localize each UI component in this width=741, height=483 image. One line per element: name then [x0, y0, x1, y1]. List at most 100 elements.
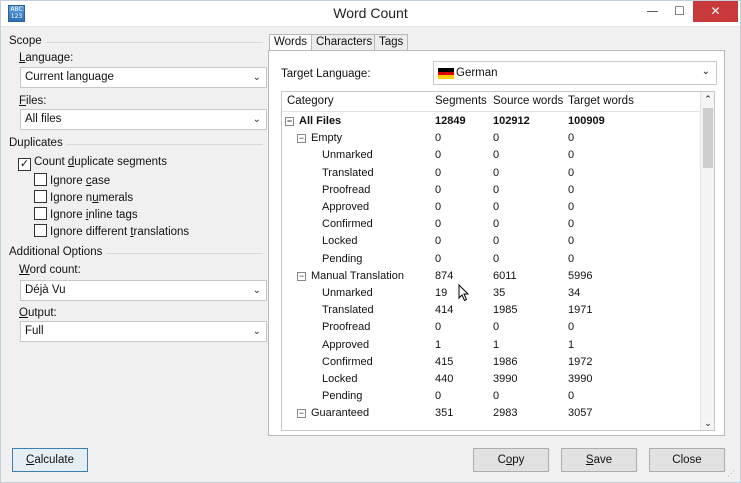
category-label: Locked: [322, 235, 358, 248]
table-row[interactable]: Unmarked 0 0 0: [282, 147, 702, 164]
cell-target: 3990: [568, 373, 593, 385]
count-duplicates-checkbox[interactable]: ✓ Count duplicate segments: [18, 155, 167, 171]
table-row[interactable]: − All Files 12849 102912 100909: [282, 113, 702, 130]
tab-words[interactable]: Words: [269, 34, 313, 51]
category-label: Confirmed: [322, 218, 373, 231]
table-row[interactable]: − Guaranteed 351 2983 3057: [282, 405, 702, 422]
column-header-segments[interactable]: Segments: [435, 95, 487, 107]
ignore-numerals-checkbox[interactable]: Ignore numerals: [34, 190, 133, 205]
scroll-down-icon[interactable]: ⌄: [701, 416, 714, 430]
table-row[interactable]: Translated 414 1985 1971: [282, 302, 702, 319]
table-row[interactable]: Proofread 0 0 0: [282, 182, 702, 199]
collapse-icon[interactable]: −: [297, 134, 306, 144]
files-dropdown[interactable]: All files ⌄: [20, 109, 267, 130]
chevron-down-icon: ⌄: [252, 326, 261, 337]
title-bar[interactable]: ABC 123 Word Count — ☐ ✕: [1, 1, 740, 27]
resize-grip-icon[interactable]: ⋰: [727, 469, 737, 479]
collapse-icon[interactable]: −: [297, 409, 306, 419]
word-count-dropdown[interactable]: Déjà Vu ⌄: [20, 280, 267, 301]
close-button[interactable]: Close: [649, 448, 725, 472]
collapse-icon[interactable]: −: [285, 117, 294, 126]
checkmark-icon: ✓: [18, 158, 31, 171]
column-header-target-words[interactable]: Target words: [568, 95, 634, 107]
cell-category: Approved: [322, 201, 369, 213]
target-language-dropdown[interactable]: German ⌄: [433, 61, 717, 85]
cell-target: 0: [568, 235, 575, 248]
checkbox-box: [34, 207, 47, 220]
cell-category: Confirmed: [322, 356, 373, 368]
table-row[interactable]: Proofread 0 0 0: [282, 319, 702, 336]
window-title: Word Count: [333, 5, 408, 21]
cell-target: 0: [568, 390, 575, 403]
tab-characters[interactable]: Characters: [311, 34, 378, 50]
category-label: Pending: [322, 252, 363, 265]
files-value: All files: [25, 113, 62, 125]
maximize-button[interactable]: ☐: [666, 1, 693, 22]
table-row[interactable]: − Manual Translation 874 6011 5996: [282, 268, 702, 285]
category-label: Unmarked: [322, 287, 373, 299]
cell-segments: 0: [435, 166, 442, 179]
close-window-button[interactable]: ✕: [693, 1, 738, 22]
cell-target: 100909: [568, 115, 605, 127]
scroll-thumb[interactable]: [703, 108, 713, 168]
cell-source: 0: [493, 149, 500, 162]
cell-source: 0: [493, 235, 500, 248]
cell-segments: 19: [435, 287, 448, 299]
cell-target: 0: [568, 166, 575, 179]
cell-segments: 0: [435, 132, 442, 145]
cell-source: 0: [493, 218, 500, 231]
target-language-label: Target Language:: [281, 68, 371, 80]
cell-target: 34: [568, 287, 581, 299]
cell-segments: 0: [435, 252, 442, 265]
scroll-up-icon[interactable]: ⌃: [701, 92, 714, 106]
table-row[interactable]: − Empty 0 0 0: [282, 130, 702, 147]
cell-segments: 0: [435, 201, 442, 213]
cell-segments: 351: [435, 407, 454, 420]
cell-category: Pending: [322, 390, 362, 402]
table-row[interactable]: Translated 0 0 0: [282, 165, 702, 182]
checkbox-box: [34, 224, 47, 237]
cell-category: Confirmed: [322, 218, 373, 230]
copy-button[interactable]: Copy: [473, 448, 549, 472]
word-count-grid[interactable]: Category Segments Source words Target wo…: [281, 91, 715, 431]
checkbox-box: [34, 190, 47, 203]
tab-tags[interactable]: Tags: [374, 34, 409, 50]
cell-source: 0: [493, 390, 500, 403]
scope-section-header: Scope: [9, 35, 263, 49]
table-row[interactable]: Pending 0 0 0: [282, 388, 702, 405]
vertical-scrollbar[interactable]: ⌃ ⌄: [700, 92, 714, 430]
column-header-category[interactable]: Category: [287, 95, 334, 107]
chevron-down-icon: ⌄: [252, 285, 261, 296]
calculate-button[interactable]: Calculate: [12, 448, 88, 472]
table-row[interactable]: Pending 0 0 0: [282, 251, 702, 268]
column-header-source-words[interactable]: Source words: [493, 95, 563, 107]
collapse-icon[interactable]: −: [297, 271, 306, 281]
cell-source: 0: [493, 252, 500, 265]
table-row[interactable]: Confirmed 0 0 0: [282, 216, 702, 233]
language-dropdown[interactable]: Current language ⌄: [20, 67, 267, 88]
output-dropdown[interactable]: Full ⌄: [20, 321, 267, 342]
table-row[interactable]: Approved 0 0 0: [282, 199, 702, 216]
table-row[interactable]: Approved 1 1 1: [282, 337, 702, 354]
word-count-value: Déjà Vu: [25, 284, 66, 296]
cell-category: − All Files: [285, 115, 341, 127]
table-row[interactable]: Locked 0 0 0: [282, 233, 702, 250]
cell-source: 1986: [493, 355, 518, 368]
cell-segments: 414: [435, 304, 454, 317]
cell-source: 6011: [493, 269, 517, 282]
cell-segments: 874: [435, 269, 454, 282]
save-button[interactable]: Save: [561, 448, 637, 472]
table-row[interactable]: Locked 440 3990 3990: [282, 371, 702, 388]
ignore-case-checkbox[interactable]: Ignore case: [34, 173, 110, 188]
cell-category: Proofread: [322, 321, 370, 333]
minimize-button[interactable]: —: [639, 1, 666, 22]
additional-options-section-header: Additional Options: [9, 246, 263, 260]
files-label: Files:: [19, 95, 47, 107]
word-count-window: ABC 123 Word Count — ☐ ✕ Scope Language: …: [0, 0, 741, 483]
cell-source: 0: [493, 321, 500, 334]
mouse-cursor-icon: [458, 284, 470, 302]
table-row[interactable]: Confirmed 415 1986 1972: [282, 354, 702, 371]
table-row[interactable]: Unmarked 19 35 34: [282, 285, 702, 302]
ignore-different-translations-checkbox[interactable]: Ignore different translations: [34, 224, 189, 239]
ignore-inline-tags-checkbox[interactable]: Ignore inline tags: [34, 207, 138, 222]
